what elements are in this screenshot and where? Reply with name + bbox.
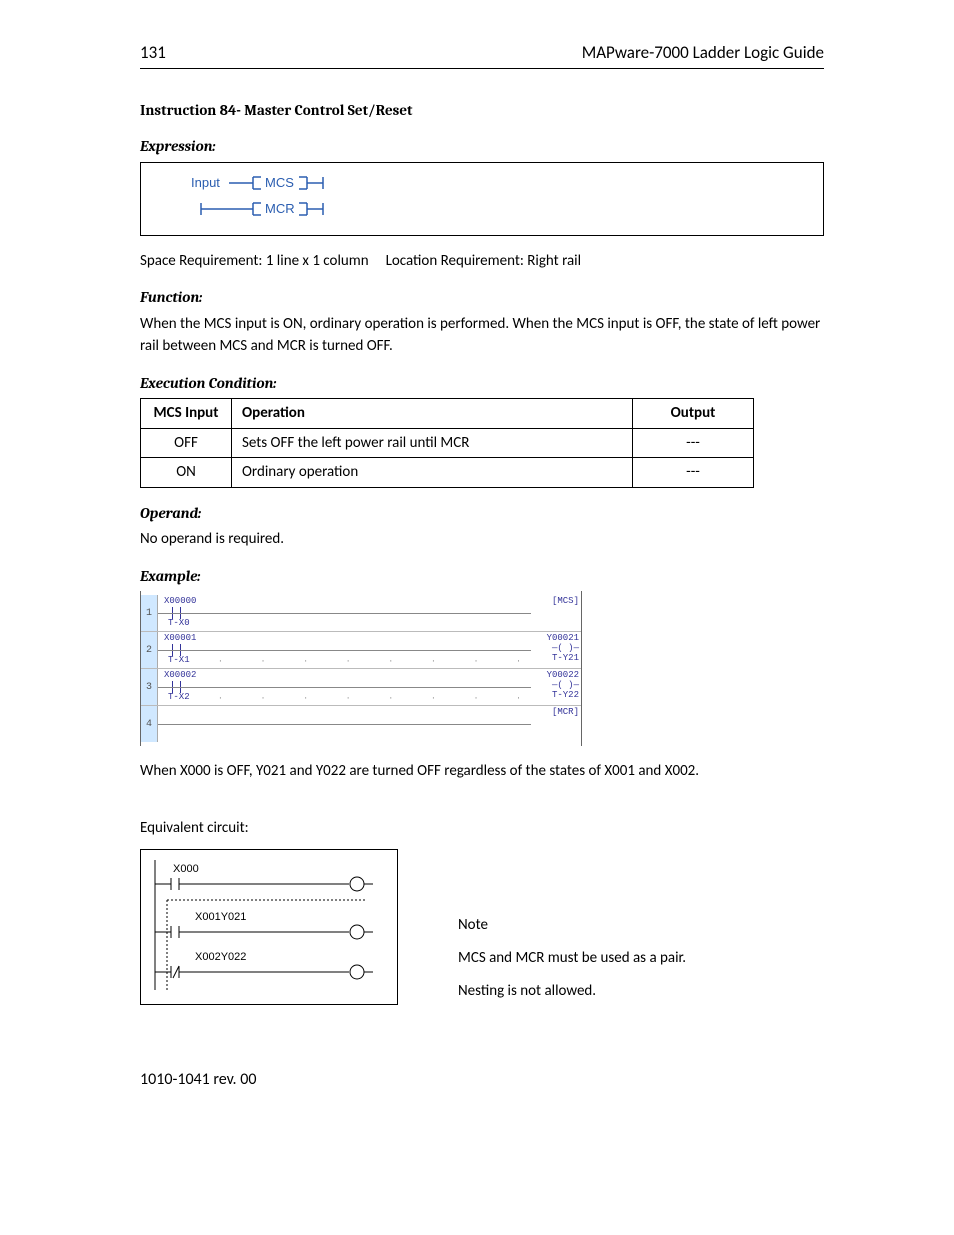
- function-text: When the MCS input is ON, ordinary opera…: [140, 313, 824, 358]
- exec-r0-op: Sets OFF the left power rail until MCR: [232, 428, 633, 458]
- rung-number: 1: [141, 595, 158, 631]
- svg-text:X001Y021: X001Y021: [195, 911, 246, 923]
- table-row: ON Ordinary operation ---: [141, 458, 754, 488]
- example-heading: Example:: [140, 565, 824, 588]
- equiv-heading: Equivalent circuit:: [140, 817, 824, 840]
- notes: Note MCS and MCR must be used as a pair.…: [458, 849, 686, 1008]
- rung-number: 4: [141, 706, 158, 742]
- exec-r1-mcs: ON: [141, 458, 232, 488]
- expression-diagram: Input MCS MCR: [140, 162, 824, 236]
- exec-h-out: Output: [633, 399, 754, 429]
- doc-title: MAPware-7000 Ladder Logic Guide: [582, 40, 824, 66]
- exec-r0-out: ---: [633, 428, 754, 458]
- instruction-title: Instruction 84- Master Control Set/Reset: [140, 99, 824, 122]
- rung-right: Y00021 —( )— T-Y21: [547, 634, 579, 664]
- expr-mcs: MCS: [265, 175, 294, 190]
- exec-h-op: Operation: [232, 399, 633, 429]
- table-row: OFF Sets OFF the left power rail until M…: [141, 428, 754, 458]
- rung-sub-label: T-X2: [168, 691, 190, 705]
- note-line1: MCS and MCR must be used as a pair.: [458, 942, 686, 975]
- rung-sub-label: T-X1: [168, 654, 190, 668]
- exec-h-mcs: MCS Input: [141, 399, 232, 429]
- svg-text:X002Y022: X002Y022: [195, 951, 246, 963]
- exec-r1-out: ---: [633, 458, 754, 488]
- footer-rev: 1010-1041 rev. 00: [140, 1068, 824, 1092]
- operand-text: No operand is required.: [140, 528, 824, 551]
- expr-mcr: MCR: [265, 201, 295, 216]
- rung-right: [MCR]: [552, 708, 579, 718]
- rung-sub-label: T-X0: [168, 617, 190, 631]
- example-desc: When X000 is OFF, Y021 and Y022 are turn…: [140, 760, 824, 783]
- page-header: 131 MAPware-7000 Ladder Logic Guide: [140, 40, 824, 69]
- example-diagram: 1 X00000 T-X0 [MCS] 2 X00001 ········ T-…: [140, 591, 582, 746]
- rung-right: [MCS]: [552, 597, 579, 607]
- page-number: 131: [140, 40, 166, 66]
- rung-number: 3: [141, 669, 158, 705]
- expression-heading: Expression:: [140, 135, 824, 158]
- svg-text:X000: X000: [173, 863, 199, 875]
- exec-table: MCS Input Operation Output OFF Sets OFF …: [140, 398, 754, 488]
- space-requirement: Space Requirement: 1 line x 1 column Loc…: [140, 250, 824, 273]
- rung-number: 2: [141, 632, 158, 668]
- note-heading: Note: [458, 909, 686, 942]
- function-heading: Function:: [140, 286, 824, 309]
- operand-heading: Operand:: [140, 502, 824, 525]
- note-line2: Nesting is not allowed.: [458, 975, 686, 1008]
- exec-r0-mcs: OFF: [141, 428, 232, 458]
- equiv-diagram: X000 X001Y021 X002Y022: [140, 849, 398, 1005]
- exec-heading: Execution Condition:: [140, 372, 824, 395]
- rung-right: Y00022 —( )— T-Y22: [547, 671, 579, 701]
- exec-r1-op: Ordinary operation: [232, 458, 633, 488]
- expr-input-label: Input: [191, 175, 220, 190]
